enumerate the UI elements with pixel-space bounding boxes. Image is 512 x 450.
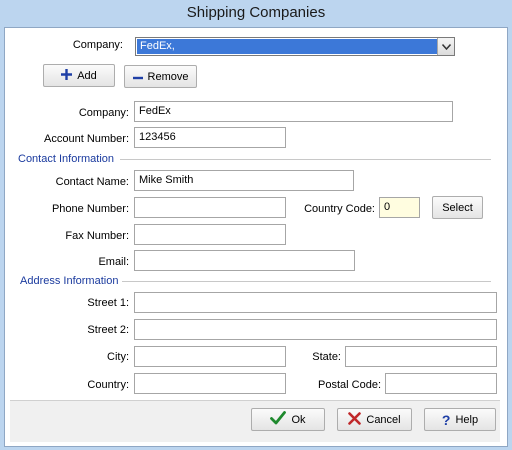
remove-button[interactable]: Remove [124,65,197,88]
minus-icon [132,71,143,83]
contact-name-field[interactable]: Mike Smith [134,170,354,191]
cancel-button[interactable]: Cancel [337,408,412,431]
company-selector-value: FedEx, [137,39,437,54]
contact-section-title: Contact Information [18,153,114,165]
state-field[interactable] [345,346,497,367]
email-label: Email: [98,256,129,268]
ok-button-label: Ok [291,413,306,426]
country-label: Country: [87,379,129,391]
company-field[interactable]: FedEx [134,101,453,122]
phone-number-label: Phone Number: [51,203,129,215]
fax-number-label: Fax Number: [65,230,129,242]
street-1-label: Street 1: [87,297,129,309]
ok-button[interactable]: Ok [251,408,325,431]
window-title: Shipping Companies [186,4,326,21]
country-code-label: Country Code: [304,203,375,215]
select-country-code-button[interactable]: Select [432,196,483,219]
help-icon: ? [441,411,451,428]
address-section-title: Address Information [20,275,119,287]
remove-button-label: Remove [147,70,189,83]
email-field[interactable] [134,250,355,271]
fax-number-field[interactable] [134,224,286,245]
cancel-button-label: Cancel [366,413,401,426]
city-field[interactable] [134,346,286,367]
postal-code-field[interactable] [385,373,497,394]
city-label: City: [107,351,129,363]
postal-code-label: Postal Code: [318,379,381,391]
checkmark-icon [270,411,287,428]
address-section-divider [122,281,491,282]
street-2-field[interactable] [134,319,497,340]
dialog-body: Company: FedEx, Add Remove Company: FedE… [4,27,508,447]
country-field[interactable] [134,373,286,394]
add-button-label: Add [77,69,97,82]
add-button[interactable]: Add [43,64,115,87]
state-label: State: [312,351,341,363]
street-1-field[interactable] [134,292,497,313]
company-selector-label: Company: [72,39,123,51]
select-button-label: Select [442,201,473,214]
company-label: Company: [78,107,129,119]
company-selector-dropdown[interactable]: FedEx, [135,37,455,56]
contact-section-divider [120,159,491,160]
street-2-label: Street 2: [87,324,129,336]
help-button-label: Help [455,413,479,426]
account-number-field[interactable]: 123456 [134,127,286,148]
plus-icon [61,68,73,83]
help-button[interactable]: ? Help [424,408,496,431]
country-code-field[interactable]: 0 [379,197,420,218]
chevron-down-icon[interactable] [437,38,454,55]
account-number-label: Account Number: [44,133,129,145]
close-icon [348,411,362,428]
contact-name-label: Contact Name: [55,176,129,188]
phone-number-field[interactable] [134,197,286,218]
dialog-button-bar: Ok Cancel ? Help [10,400,500,442]
